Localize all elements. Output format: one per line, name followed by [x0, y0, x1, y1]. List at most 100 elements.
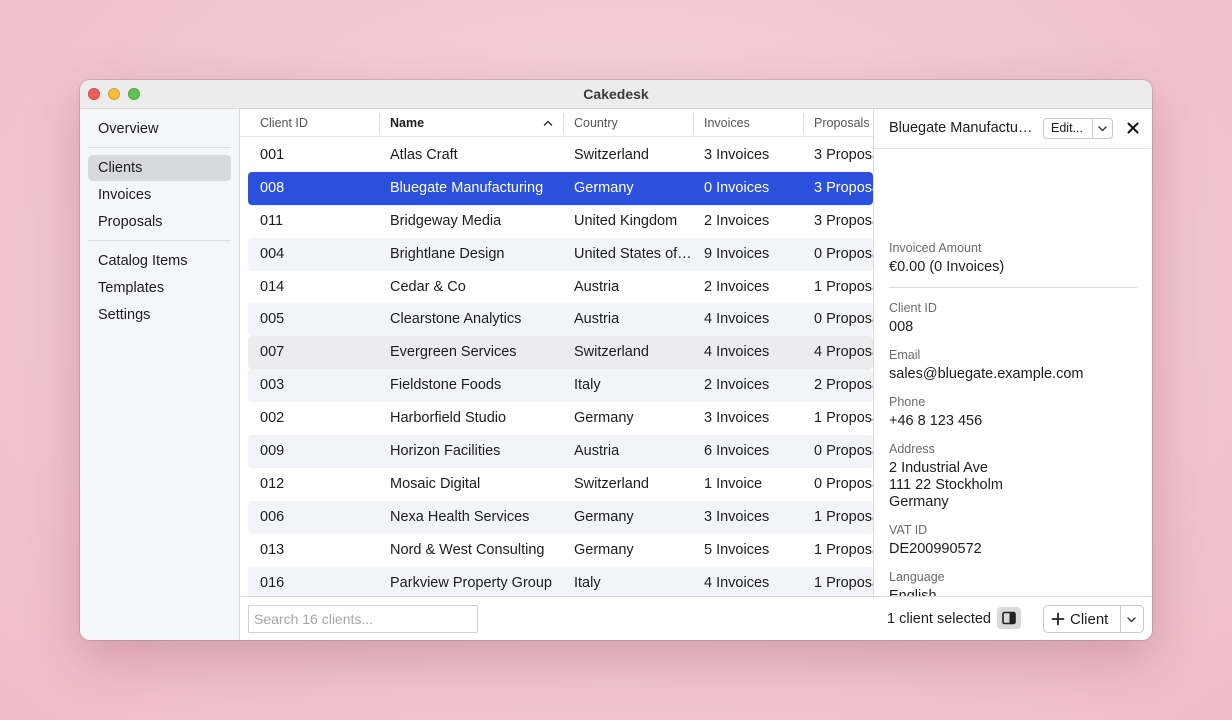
table-row[interactable]: 016 Parkview Property Group Italy 4 Invoice… — [248, 566, 873, 596]
client-name-cell: Bluegate Manufacturing — [390, 179, 544, 196]
client-invoices-cell: 5 Invoices — [704, 541, 770, 558]
sidebar-item-catalog-items[interactable]: Catalog Items — [88, 248, 231, 274]
client-country-cell: Germany — [574, 410, 634, 427]
client-name-cell: Fieldstone Foods — [390, 377, 502, 394]
client-country-cell: Switzerland — [574, 147, 649, 163]
client-name-cell: Evergreen Services — [390, 344, 517, 361]
sort-ascending-icon[interactable] — [543, 118, 553, 128]
titlebar[interactable]: Cakedesk — [80, 80, 1152, 109]
address-label: Address — [889, 442, 935, 456]
client-id-value: 008 — [889, 319, 914, 335]
chevron-down-icon[interactable] — [1097, 123, 1108, 134]
invoiced-amount-label: Invoiced Amount — [889, 241, 982, 255]
sidebar-divider — [88, 240, 231, 241]
client-proposals-cell: 1 Proposal — [814, 410, 873, 427]
client-invoices-cell: 3 Invoices — [704, 508, 770, 525]
client-id-cell: 001 — [260, 147, 285, 163]
client-name-cell: Nexa Health Services — [390, 508, 530, 525]
language-label: Language — [889, 570, 945, 584]
table-row[interactable]: 013 Nord & West Consulting Germany 5 Invoic… — [248, 534, 873, 567]
client-country-cell: Austria — [574, 278, 620, 295]
column-header-client-id[interactable]: Client ID — [260, 109, 308, 137]
phone-label: Phone — [889, 395, 926, 409]
detail-title: Bluegate Manufacturing — [889, 120, 1037, 136]
client-id-cell: 014 — [260, 278, 285, 295]
vat-id-value: DE200990572 — [889, 541, 982, 557]
client-invoices-cell: 2 Invoices — [704, 278, 770, 295]
table-row[interactable]: 002 Harborfield Studio Germany 3 Invoices 1 … — [248, 402, 873, 435]
detail-divider — [889, 287, 1137, 288]
sidebar-item-templates[interactable]: Templates — [88, 275, 231, 301]
column-header-invoices[interactable]: Invoices — [704, 109, 750, 137]
table-row[interactable]: 009 Horizon Facilities Austria 6 Invoices 0 … — [248, 435, 873, 468]
client-name-cell: Cedar & Co — [390, 278, 466, 295]
table-row[interactable]: 014 Cedar & Co Austria 2 Invoices 1 Proposal — [248, 271, 873, 304]
table-row[interactable]: 005 Clearstone Analytics Austria 4 Invoices… — [248, 303, 873, 337]
client-id-cell: 003 — [260, 377, 285, 394]
address-line-1: 2 Industrial Ave — [889, 460, 988, 476]
client-name-cell: Bridgeway Media — [390, 212, 502, 229]
add-client-label: Client — [1070, 611, 1109, 628]
table-row[interactable]: 006 Nexa Health Services Germany 3 Invoices… — [248, 500, 873, 534]
client-id-cell: 009 — [260, 443, 285, 460]
client-id-cell: 013 — [260, 541, 285, 558]
client-id-cell: 011 — [260, 212, 284, 229]
client-name-cell: Nord & West Consulting — [390, 541, 545, 558]
close-icon[interactable] — [1126, 121, 1140, 135]
client-country-cell: Germany — [574, 179, 634, 196]
sidebar-divider — [88, 147, 231, 148]
sidebar-item-proposals[interactable]: Proposals — [88, 209, 231, 235]
client-id-cell: 008 — [260, 179, 285, 196]
table-row[interactable]: 011 Bridgeway Media United Kingdom 2 Invoic… — [248, 205, 873, 238]
address-line-2: 111 22 Stockholm — [889, 477, 1003, 493]
table-row[interactable]: 004 Brightlane Design United States of Ame… — [248, 237, 873, 271]
client-invoices-cell: 4 Invoices — [704, 344, 770, 361]
column-divider[interactable] — [803, 113, 804, 133]
client-proposals-cell: 3 Proposals — [814, 179, 873, 196]
column-header-proposals[interactable]: Proposals — [814, 109, 870, 137]
client-country-cell: United Kingdom — [574, 212, 678, 229]
client-proposals-cell: 0 Proposals — [814, 475, 873, 492]
client-invoices-cell: 4 Invoices — [704, 311, 770, 328]
table-row[interactable]: 003 Fieldstone Foods Italy 2 Invoices 2 Prop… — [248, 369, 873, 403]
sidebar-toggle-icon[interactable] — [997, 607, 1021, 629]
add-client-button[interactable]: Client — [1043, 605, 1144, 633]
client-id-label: Client ID — [889, 301, 937, 315]
table-row[interactable]: 001 Atlas Craft Switzerland 3 Invoices 3 Pro… — [248, 139, 873, 172]
sidebar-item-clients[interactable]: Clients — [88, 155, 231, 181]
client-id-cell: 007 — [260, 344, 285, 361]
client-invoices-cell: 4 Invoices — [704, 574, 770, 591]
column-divider[interactable] — [693, 113, 694, 133]
client-country-cell: United States of America — [574, 245, 694, 262]
chevron-down-icon[interactable] — [1126, 614, 1137, 625]
plus-icon — [1051, 612, 1065, 626]
client-country-cell: Italy — [574, 574, 601, 591]
sidebar-item-invoices[interactable]: Invoices — [88, 182, 231, 208]
table-header: Client ID Name Country Invoices Proposal… — [240, 109, 873, 137]
column-header-country[interactable]: Country — [574, 109, 618, 137]
edit-button[interactable]: Edit... — [1043, 118, 1113, 139]
search-input[interactable] — [248, 605, 478, 633]
column-divider[interactable] — [379, 113, 380, 133]
table-row[interactable]: 012 Mosaic Digital Switzerland 1 Invoice 0 P… — [248, 468, 873, 501]
client-name-cell: Brightlane Design — [390, 245, 505, 262]
client-proposals-cell: 3 Proposals — [814, 147, 873, 163]
table-row[interactable]: 008 Bluegate Manufacturing Germany 0 Invoic… — [248, 171, 873, 205]
column-divider[interactable] — [563, 113, 564, 133]
client-name-cell: Harborfield Studio — [390, 410, 507, 427]
selection-status: 1 client selected — [887, 611, 991, 627]
phone-value[interactable]: +46 8 123 456 — [889, 413, 982, 430]
column-header-name[interactable]: Name — [390, 109, 424, 137]
table-row[interactable]: 007 Evergreen Services Switzerland 4 Invoic… — [248, 336, 873, 370]
email-value[interactable]: sales@bluegate.example.com — [889, 366, 1083, 383]
client-country-cell: Switzerland — [574, 344, 649, 361]
sidebar-item-settings[interactable]: Settings — [88, 302, 231, 328]
client-proposals-cell: 1 Proposal — [814, 508, 873, 525]
client-name-cell: Parkview Property Group — [390, 574, 552, 591]
sidebar-item-overview[interactable]: Overview — [88, 116, 231, 142]
client-invoices-cell: 2 Invoices — [704, 212, 770, 229]
client-invoices-cell: 2 Invoices — [704, 377, 770, 394]
client-id-cell: 016 — [260, 574, 285, 591]
client-name-cell: Horizon Facilities — [390, 443, 501, 460]
client-name-cell: Mosaic Digital — [390, 475, 481, 492]
